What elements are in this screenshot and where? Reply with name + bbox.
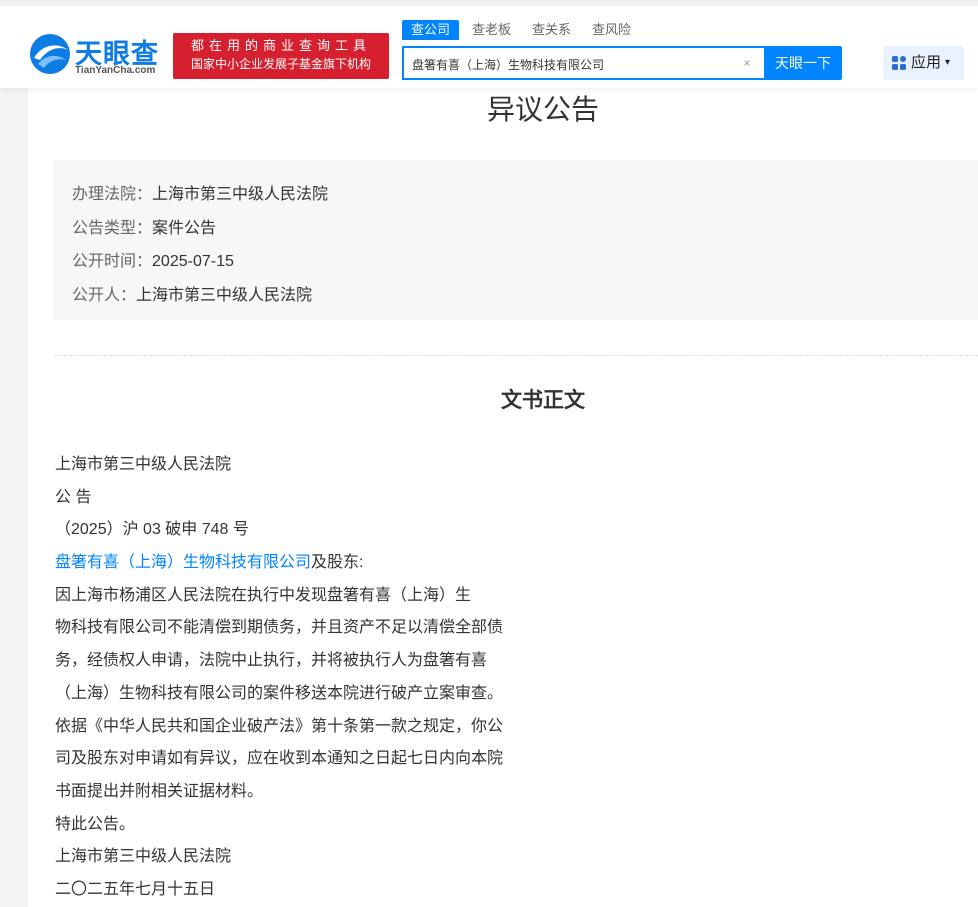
logo-domain: TianYanCha.com [75,65,156,76]
tab-relation[interactable]: 查关系 [523,20,580,40]
tab-risk[interactable]: 查风险 [583,20,640,40]
body-line: 司及股东对申请如有异议，应在收到本通知之日起七日内向本院 [55,750,504,768]
body-line: 书面提出并附相关证据材料。 [55,782,264,800]
search-button[interactable]: 天眼一下 [764,46,842,80]
notice-body: 上海市第三中级人民法院 公 告 （2025）沪 03 破申 748 号 盘箸有喜… [55,452,525,907]
addressee-suffix: 及股东: [311,554,364,572]
notice-info-box: 办理法院：上海市第三中级人民法院 公告类型：案件公告 公开时间：2025-07-… [54,160,978,320]
info-row-type: 公告类型：案件公告 [72,214,216,238]
body-line-addressee: 盘箸有喜（上海）生物科技有限公司及股东: [55,550,525,583]
apps-button[interactable]: 应用 ▾ [883,46,964,80]
search-box: × [402,46,764,80]
body-line: 二〇二五年七月十五日 [55,880,216,898]
slogan-line-2: 国家中小企业发展子基金旗下机构 [190,57,371,71]
slogan-line-1: 都在用的商业查询工具 [190,38,371,53]
info-key: 公开时间： [72,253,153,270]
tab-company[interactable]: 查公司 [402,20,460,40]
body-line: 公 告 [55,488,92,506]
body-line: 特此公告。 [55,815,136,833]
chevron-down-icon: ▾ [945,57,951,68]
body-line: 依据《中华人民共和国企业破产法》第十条第一款之规定，你公 [55,717,504,735]
slogan-banner: 都在用的商业查询工具 国家中小企业发展子基金旗下机构 [173,33,389,79]
grid-icon [892,56,906,70]
info-key: 公开人： [72,287,137,304]
tab-boss[interactable]: 查老板 [463,20,520,40]
notice-content: 异议公告 办理法院：上海市第三中级人民法院 公告类型：案件公告 公开时间：202… [28,88,978,907]
body-line: （2025）沪 03 破申 748 号 [55,521,249,539]
site-logo[interactable]: 天眼查 TianYanCha.com [28,32,168,78]
top-header: 天眼查 TianYanCha.com 都在用的商业查询工具 国家中小企业发展子基… [0,0,978,88]
eye-logo-icon [30,34,70,74]
info-value: 案件公告 [152,220,217,237]
info-row-publisher: 公开人：上海市第三中级人民法院 [72,281,312,305]
info-row-court: 办理法院：上海市第三中级人民法院 [72,180,328,204]
apps-label: 应用 [911,54,942,71]
info-value: 上海市第三中级人民法院 [136,287,313,304]
body-line: （上海）生物科技有限公司的案件移送本院进行破产立案审查。 [55,684,504,702]
search-input[interactable] [412,55,732,73]
company-link[interactable]: 盘箸有喜（上海）生物科技有限公司 [55,554,311,571]
body-line: 物科技有限公司不能清偿到期债务，并且资产不足以清偿全部债 [55,619,504,637]
info-row-date: 公开时间：2025-07-15 [72,247,234,271]
section-title: 文书正文 [501,389,585,412]
info-key: 公告类型： [72,220,153,237]
info-value: 上海市第三中级人民法院 [152,186,329,203]
page-title: 异议公告 [486,93,599,126]
info-value: 2025-07-15 [152,253,234,270]
section-divider [54,355,978,356]
info-key: 办理法院： [72,186,153,203]
body-line: 因上海市杨浦区人民法院在执行中发现盘箸有喜（上海）生 [55,586,472,604]
body-line: 上海市第三中级人民法院 [55,848,232,866]
body-line: 务，经债权人申请，法院中止执行，并将被执行人为盘箸有喜 [55,652,488,670]
body-line: 上海市第三中级人民法院 [55,456,232,473]
clear-icon[interactable]: × [740,56,754,70]
